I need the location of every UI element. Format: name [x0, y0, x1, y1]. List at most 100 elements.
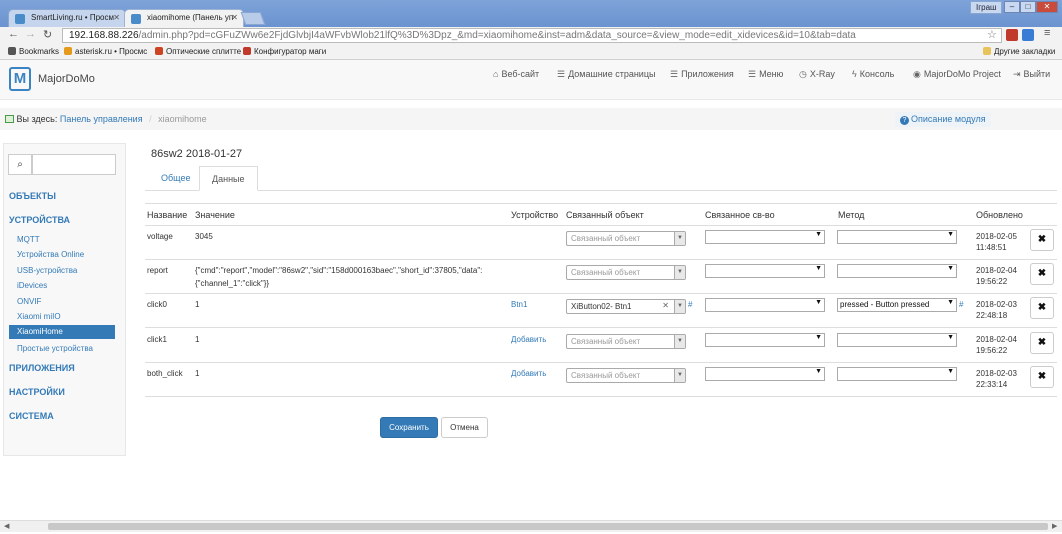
sidebar-section-settings[interactable]: НАСТРОЙКИ	[9, 387, 65, 397]
row-updated-date: 2018-02-05	[976, 232, 1017, 241]
nav-xray[interactable]: ◷ X-Ray	[799, 69, 835, 80]
module-help-link[interactable]: ? Описание модуля	[895, 112, 991, 127]
row-value: {"cmd":"report","model":"86sw2","sid":"1…	[195, 266, 483, 288]
other-bookmarks[interactable]: Другие закладки	[983, 47, 1055, 56]
linked-property-select[interactable]: ▼	[705, 264, 825, 278]
bookmark-item[interactable]: Оптические сплитте	[155, 47, 241, 56]
column-header-method: Метод	[838, 210, 865, 220]
add-device-link[interactable]: Добавить	[511, 335, 546, 344]
sidebar-item-xiaomi-miio[interactable]: Xiaomi miIO	[9, 310, 115, 324]
method-select[interactable]: ▼	[837, 367, 957, 381]
tab-data[interactable]: Данные	[199, 166, 258, 191]
search-icon[interactable]: ⌕	[8, 154, 32, 175]
column-header-linked-object: Связанный объект	[566, 210, 644, 220]
sidebar-section-objects[interactable]: ОБЪЕКТЫ	[9, 191, 56, 201]
linked-property-select[interactable]: ▼	[705, 230, 825, 244]
address-bar[interactable]: 192.168.88.226/admin.php?pd=cGFuZWw6e2Fj…	[62, 28, 1002, 43]
app-navbar: M MajorDoMo ⌂ Веб-сайт ☰ Домашние страницы…	[0, 60, 1062, 100]
table-border	[145, 293, 1057, 294]
bookmark-item[interactable]: Конфигуратор маги	[243, 47, 326, 56]
delete-row-button[interactable]: ✖	[1030, 366, 1054, 388]
extension-icon[interactable]	[1006, 29, 1018, 41]
tab-close-icon[interactable]: ✕	[113, 13, 120, 22]
method-link[interactable]: #	[959, 300, 963, 309]
bookmark-item[interactable]: asterisk.ru • Просмс	[64, 47, 147, 56]
breadcrumb-root-link[interactable]: Панель управления	[60, 114, 143, 124]
linked-object-select[interactable]: Связанный объект ▼	[566, 334, 686, 349]
sidebar-search-input[interactable]	[32, 154, 116, 175]
maximize-button[interactable]: □	[1020, 1, 1036, 13]
window-close-button[interactable]: ✕	[1036, 1, 1058, 13]
linked-property-select[interactable]: ▼	[705, 298, 825, 312]
list-icon: ☰	[670, 69, 679, 79]
sidebar-section-devices[interactable]: УСТРОЙСТВА	[9, 215, 70, 225]
sidebar: ⌕ ОБЪЕКТЫ УСТРОЙСТВА MQTT Устройства Onl…	[3, 143, 126, 456]
linked-object-select[interactable]: Связанный объект ▼	[566, 231, 686, 246]
majordomo-logo-icon[interactable]: M	[9, 67, 31, 91]
forward-arrow-icon[interactable]: →	[25, 28, 36, 40]
menu-icon[interactable]: ≡	[1044, 27, 1050, 39]
sidebar-item-devices-online[interactable]: Устройства Online	[9, 248, 115, 262]
linked-object-select[interactable]: Связанный объект ▼	[566, 265, 686, 280]
browser-titlebar: SmartLiving.ru • Просм ✕ xiaomihome (Пан…	[0, 0, 1062, 27]
nav-console[interactable]: ϟ Консоль	[852, 69, 894, 79]
sidebar-item-mqtt[interactable]: MQTT	[9, 233, 115, 247]
linked-object-select[interactable]: XiButton02- Btn1 ✕ ▼	[566, 299, 686, 314]
browser-tab-xiaomihome[interactable]: xiaomihome (Панель уп ✕	[124, 9, 244, 27]
sidebar-item-idevices[interactable]: iDevices	[9, 279, 115, 293]
method-select[interactable]: ▼	[837, 264, 957, 278]
delete-row-button[interactable]: ✖	[1030, 332, 1054, 354]
translate-extension-icon[interactable]	[1022, 29, 1034, 41]
star-bookmark-icon[interactable]: ☆	[987, 28, 997, 41]
device-link[interactable]: Btn1	[511, 300, 527, 309]
back-arrow-icon[interactable]: ←	[8, 28, 19, 40]
minimize-button[interactable]: –	[1004, 1, 1020, 13]
sidebar-item-onvif[interactable]: ONVIF	[9, 295, 115, 309]
sidebar-section-system[interactable]: СИСТЕМА	[9, 411, 54, 421]
column-header-linked-property: Связанное св-во	[705, 210, 775, 220]
method-select[interactable]: ▼	[837, 333, 957, 347]
bolt-icon: ϟ	[852, 69, 857, 79]
bookmark-favicon-icon	[243, 47, 251, 55]
horizontal-scrollbar[interactable]: ◀ ▶	[0, 520, 1062, 532]
browser-tab-smartliving[interactable]: SmartLiving.ru • Просм ✕	[8, 9, 126, 27]
delete-row-button[interactable]: ✖	[1030, 297, 1054, 319]
method-select[interactable]: pressed - Button pressed ▼	[837, 298, 957, 312]
add-device-link[interactable]: Добавить	[511, 369, 546, 378]
linked-object-link[interactable]: #	[688, 300, 692, 309]
linked-property-select[interactable]: ▼	[705, 333, 825, 347]
bookmark-item[interactable]: Bookmarks	[8, 47, 59, 56]
brand-name[interactable]: MajorDoMo	[38, 73, 95, 85]
nav-majordomo-project[interactable]: ◉ MajorDoMo Project	[913, 69, 1001, 80]
new-tab-button[interactable]	[240, 12, 266, 25]
nav-apps[interactable]: ☰ Приложения	[670, 69, 734, 80]
cancel-button[interactable]: Отмена	[441, 417, 488, 438]
linked-property-select[interactable]: ▼	[705, 367, 825, 381]
nav-menu[interactable]: ☰ Меню	[748, 69, 783, 80]
url-host: 192.168.88.226	[69, 30, 139, 41]
linked-object-select[interactable]: Связанный объект ▼	[566, 368, 686, 383]
clock-icon: ◷	[799, 69, 807, 79]
nav-home-pages[interactable]: ☰ Домашние страницы	[557, 69, 655, 80]
reload-icon[interactable]: ↻	[43, 28, 52, 41]
sidebar-item-xiaomihome[interactable]: XiaomiHome	[9, 325, 115, 339]
delete-row-button[interactable]: ✖	[1030, 229, 1054, 251]
url-path: /admin.php?pd=cGFuZWw6e2FjdGlvbjI4aWFvbW…	[138, 30, 856, 41]
scroll-left-icon[interactable]: ◀	[4, 522, 9, 530]
delete-row-button[interactable]: ✖	[1030, 263, 1054, 285]
scroll-right-icon[interactable]: ▶	[1052, 522, 1057, 530]
tab-close-icon[interactable]: ✕	[231, 13, 238, 22]
method-select[interactable]: ▼	[837, 230, 957, 244]
clear-icon[interactable]: ✕	[662, 301, 669, 310]
chevron-down-icon: ▼	[815, 231, 822, 238]
browser-user-badge[interactable]: Іграш	[970, 1, 1003, 14]
nav-logout[interactable]: ⇥ Выйти	[1013, 69, 1050, 80]
sidebar-item-simple-devices[interactable]: Простые устройства	[9, 342, 115, 356]
sidebar-section-apps[interactable]: ПРИЛОЖЕНИЯ	[9, 363, 75, 373]
tab-general[interactable]: Общее	[149, 166, 202, 191]
breadcrumb-separator: /	[149, 114, 152, 124]
sidebar-item-usb-devices[interactable]: USB-устройства	[9, 264, 115, 278]
nav-website[interactable]: ⌂ Веб-сайт	[493, 69, 539, 79]
scrollbar-thumb[interactable]	[48, 523, 1048, 530]
save-button[interactable]: Сохранить	[380, 417, 438, 438]
